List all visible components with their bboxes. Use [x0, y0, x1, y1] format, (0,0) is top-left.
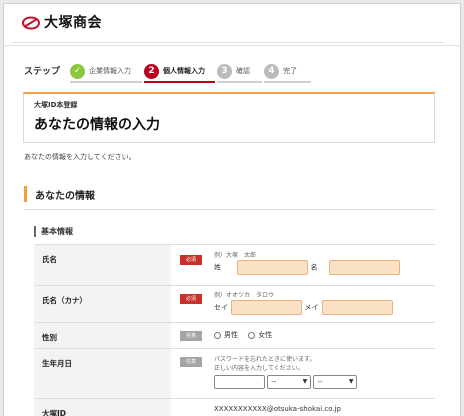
step-label: 企業情報入力	[89, 67, 131, 75]
logo[interactable]: 大塚商会	[22, 12, 102, 32]
otsuka-id-label: 大塚ID	[34, 399, 171, 416]
step-underline	[144, 81, 215, 83]
basic-info-form: 氏名 必須 例）大塚 太郎 姓 名 氏名（カナ） 必須 例）オオツカ タロウ セ…	[34, 244, 435, 416]
male-radio[interactable]	[214, 331, 221, 339]
name-label: 氏名	[34, 245, 171, 285]
birth-row: 生年月日 任意 パスワードを忘れたときに使います。 正しい内容を入力してください…	[34, 349, 435, 399]
step-number: 4	[264, 63, 279, 79]
female-radio[interactable]	[248, 331, 256, 339]
name-fields: 例）大塚 太郎 姓 名	[214, 250, 400, 275]
steps-label: ステップ	[24, 67, 61, 77]
subsection-header: 基本情報	[34, 224, 73, 238]
first-kana-label: メイ	[304, 303, 319, 312]
birth-label: 生年月日	[34, 349, 171, 398]
gender-label: 性別	[34, 323, 171, 348]
name-cell: 必須 例）大塚 太郎 姓 名	[171, 245, 435, 285]
subsection-title: 基本情報	[41, 226, 73, 236]
page-frame: 大塚商会 ステップ ✓ 企業情報入力 2 個人情報入力 3 確認 4 完了 大塚…	[3, 3, 461, 416]
step-4: 4 完了	[264, 59, 311, 83]
first-name-input[interactable]	[328, 260, 400, 275]
name-hint: 例）大塚 太郎	[214, 252, 257, 259]
check-icon: ✓	[70, 63, 85, 79]
birth-hint-2: 正しい内容を入力してください。	[214, 365, 304, 372]
kana-hint: 例）オオツカ タロウ	[214, 292, 275, 299]
birth-day-select[interactable]: -- ▼	[313, 375, 358, 389]
otsuka-id-row: 大塚ID XXXXXXXXXXX@otsuka-shokai.co.jp	[34, 399, 435, 416]
step-number: 2	[144, 63, 159, 79]
page-subtitle: 大塚ID本登録	[34, 101, 78, 109]
last-name-label: 姓	[214, 263, 221, 272]
logo-text: 大塚商会	[44, 15, 102, 31]
birth-fields: パスワードを忘れたときに使います。 正しい内容を入力してください。 -- ▼ --…	[214, 354, 358, 389]
kana-cell: 必須 例）オオツカ タロウ セイ メイ	[171, 286, 435, 322]
female-label: 女性	[258, 331, 273, 339]
kana-label: 氏名（カナ）	[34, 286, 171, 322]
gender-row: 性別 任意 男性 女性	[34, 323, 435, 349]
step-underline	[264, 81, 311, 83]
chevron-down-icon: ▼	[348, 378, 354, 385]
last-name-input[interactable]	[237, 260, 309, 275]
kana-row: 氏名（カナ） 必須 例）オオツカ タロウ セイ メイ	[34, 286, 435, 323]
required-badge: 必須	[180, 255, 202, 265]
site-header: 大塚商会	[4, 4, 460, 46]
step-label: 個人情報入力	[163, 67, 205, 75]
first-kana-input[interactable]	[321, 300, 393, 315]
optional-badge: 任意	[180, 357, 202, 367]
section-title: あなたの情報	[35, 191, 95, 202]
section-accent-bar	[24, 186, 27, 202]
last-kana-input[interactable]	[231, 300, 303, 315]
gender-cell: 任意 男性 女性	[171, 323, 435, 348]
first-name-label: 名	[310, 263, 318, 272]
otsuka-id-cell: XXXXXXXXXXX@otsuka-shokai.co.jp	[171, 399, 435, 416]
gender-options: 男性 女性	[214, 330, 272, 340]
step-2: 2 個人情報入力	[144, 59, 215, 83]
birth-year-input[interactable]	[214, 375, 265, 389]
otsuka-id-value: XXXXXXXXXXX@otsuka-shokai.co.jp	[214, 405, 341, 413]
step-underline	[70, 81, 142, 83]
step-number: 3	[217, 63, 232, 79]
birth-month-select[interactable]: -- ▼	[267, 375, 312, 389]
otsuka-logo-icon	[22, 15, 40, 30]
step-1: ✓ 企業情報入力	[70, 59, 142, 83]
last-kana-label: セイ	[214, 303, 228, 312]
intro-text: あなたの情報を入力してください。	[24, 153, 136, 161]
optional-badge: 任意	[180, 331, 202, 341]
step-label: 確認	[236, 67, 250, 75]
birth-cell: 任意 パスワードを忘れたときに使います。 正しい内容を入力してください。 -- ▼…	[171, 349, 435, 398]
birth-hint-1: パスワードを忘れたときに使います。	[214, 356, 316, 363]
header-divider	[12, 42, 444, 43]
male-label: 男性	[224, 331, 238, 339]
step-underline	[217, 81, 262, 83]
chevron-down-icon: ▼	[302, 378, 308, 385]
birth-day-value: --	[317, 378, 323, 386]
kana-fields: 例）オオツカ タロウ セイ メイ	[214, 290, 393, 315]
page-title-box: 大塚ID本登録 あなたの情報の入力	[23, 92, 435, 143]
step-label: 完了	[283, 67, 297, 75]
required-badge: 必須	[180, 294, 202, 304]
step-indicator: ステップ ✓ 企業情報入力 2 個人情報入力 3 確認 4 完了	[24, 59, 440, 83]
page-title: あなたの情報の入力	[34, 117, 160, 133]
step-3: 3 確認	[217, 59, 262, 83]
section-header: あなたの情報	[24, 182, 436, 210]
birth-month-value: --	[271, 378, 277, 386]
name-row: 氏名 必須 例）大塚 太郎 姓 名	[34, 245, 435, 286]
subsection-bar	[34, 225, 36, 237]
